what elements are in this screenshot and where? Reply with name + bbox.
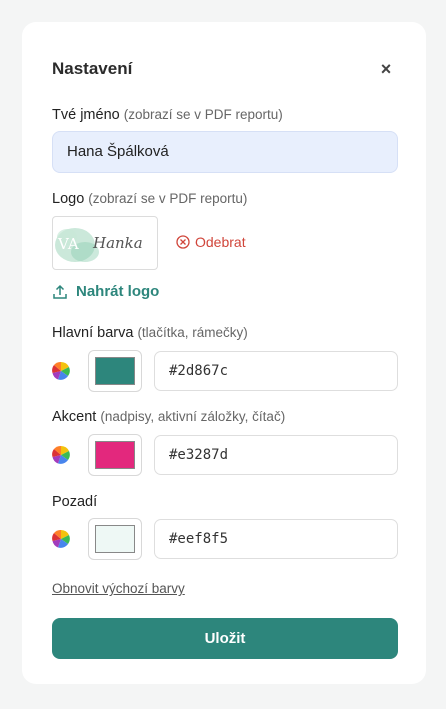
name-label-text: Tvé jméno: [52, 107, 120, 123]
main-color-label: Hlavní barva (tlačítka, rámečky): [52, 325, 248, 341]
name-label: Tvé jméno (zobrazí se v PDF reportu): [52, 107, 283, 123]
background-color-preview: [95, 525, 135, 553]
save-button[interactable]: Uložit: [52, 618, 398, 659]
accent-color-label-text: Akcent: [52, 409, 97, 425]
color-wheel-icon[interactable]: [52, 530, 70, 548]
main-color-hint: (tlačítka, rámečky): [137, 325, 248, 340]
color-wheel-icon[interactable]: [52, 446, 70, 464]
background-color-label-text: Pozadí: [52, 494, 98, 510]
logo-image: VA Hanka: [55, 228, 143, 262]
accent-color-hint: (nadpisy, aktivní záložky, čítač): [100, 409, 286, 424]
accent-color-preview: [95, 441, 135, 469]
dialog-title: Nastavení: [52, 59, 133, 78]
upload-icon: [53, 284, 67, 299]
logo-label-text: Logo: [52, 191, 85, 207]
logo-monogram: VA: [57, 235, 79, 253]
upload-logo-label: Nahrát logo: [76, 283, 160, 300]
upload-logo-button[interactable]: Nahrát logo: [52, 283, 159, 300]
color-wheel-icon[interactable]: [52, 362, 70, 380]
accent-color-swatch[interactable]: [88, 434, 142, 476]
logo-label-hint: (zobrazí se v PDF reportu): [88, 191, 248, 206]
background-color-swatch[interactable]: [88, 518, 142, 560]
background-color-label: Pozadí: [52, 494, 97, 510]
logo-preview: VA Hanka: [52, 216, 158, 270]
accent-color-hex-input[interactable]: #e3287d: [154, 435, 398, 475]
main-color-swatch[interactable]: [88, 350, 142, 392]
background-color-hex-input[interactable]: #eef8f5: [154, 519, 398, 559]
logo-script-text: Hanka: [92, 234, 143, 252]
remove-logo-button[interactable]: Odebrat: [176, 234, 246, 250]
reset-colors-link[interactable]: Obnovit výchozí barvy: [52, 581, 185, 596]
main-color-preview: [95, 357, 135, 385]
remove-circle-icon: [176, 235, 190, 249]
accent-color-label: Akcent (nadpisy, aktivní záložky, čítač): [52, 409, 285, 425]
main-color-hex-input[interactable]: #2d867c: [154, 351, 398, 391]
name-input[interactable]: Hana Špálková: [52, 131, 398, 173]
logo-label: Logo (zobrazí se v PDF reportu): [52, 191, 247, 207]
remove-logo-label: Odebrat: [195, 234, 246, 250]
name-label-hint: (zobrazí se v PDF reportu): [123, 107, 283, 122]
close-icon[interactable]: ×: [375, 58, 397, 80]
main-color-label-text: Hlavní barva: [52, 325, 134, 341]
